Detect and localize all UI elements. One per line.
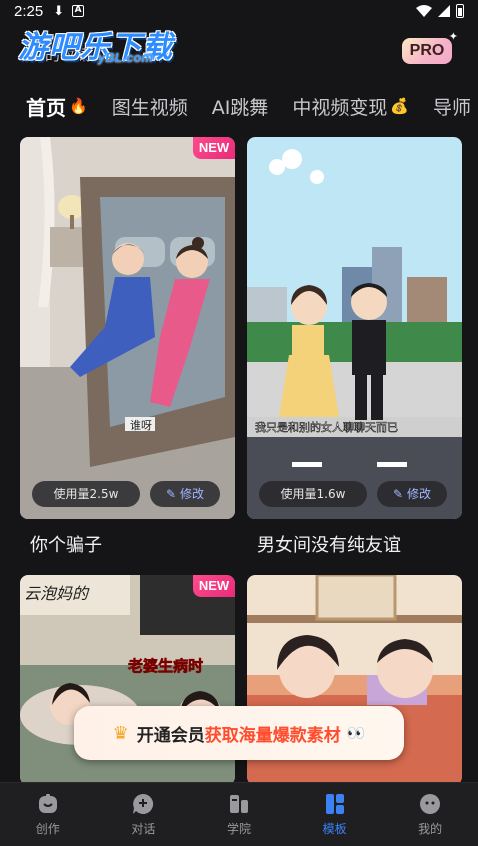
notification-a-icon: A bbox=[72, 5, 85, 17]
sparkle-icon: ✦ bbox=[448, 30, 458, 43]
template-icon bbox=[325, 794, 344, 814]
signal-icon bbox=[438, 5, 450, 17]
edit-button[interactable]: ✎ 修改 bbox=[150, 481, 220, 507]
thumbnail-caption: 谁呀 bbox=[130, 419, 152, 432]
tab-ai-dance[interactable]: AI跳舞 bbox=[212, 93, 269, 120]
tab-home[interactable]: 首页 🔥 bbox=[24, 92, 88, 124]
vip-promo-banner[interactable]: ♛ 开通会员 获取海量爆款素材 👀 bbox=[74, 706, 404, 760]
promo-highlight: 获取海量爆款素材 bbox=[204, 725, 341, 746]
pro-button[interactable]: PRO bbox=[402, 38, 452, 64]
new-badge: NEW bbox=[193, 137, 235, 159]
header: 我的收藏 游吧乐下载 yBL.com PRO ✦ bbox=[0, 22, 478, 78]
nav-templates[interactable]: 模板 bbox=[287, 783, 383, 846]
fire-icon: 🔥 bbox=[69, 97, 88, 115]
bottom-navigation: 创作 对话 学院 模板 我的 bbox=[0, 782, 478, 846]
chat-icon bbox=[133, 793, 154, 814]
promo-prefix: 开通会员 bbox=[136, 725, 205, 746]
template-card[interactable]: 谁呀 NEW 使用量2.5w ✎ 修改 你个骗子 bbox=[20, 137, 235, 557]
edit-icon: ✎ bbox=[392, 487, 404, 501]
nav-profile[interactable]: 我的 bbox=[382, 783, 478, 846]
usage-count: 使用量1.6w bbox=[259, 481, 367, 507]
tab-image-to-video[interactable]: 图生视频 bbox=[112, 93, 188, 120]
tab-mid-video-monetize[interactable]: 中视频变现 💰 bbox=[292, 93, 409, 120]
template-title: 你个骗子 bbox=[30, 535, 102, 556]
crown-icon: ♛ bbox=[112, 722, 129, 744]
new-badge: NEW bbox=[193, 575, 235, 597]
tab-mentor[interactable]: 导师 bbox=[433, 93, 471, 120]
wifi-icon bbox=[416, 5, 432, 17]
create-icon bbox=[38, 794, 57, 813]
edit-icon: ✎ bbox=[165, 487, 177, 501]
thumbnail-caption: 老婆生病时 bbox=[127, 657, 203, 675]
thumbnail-scroll-text: 云泡妈的 bbox=[24, 584, 90, 603]
usage-count: 使用量2.5w bbox=[32, 481, 140, 507]
template-card[interactable]: 我只是和别的女人聊聊天而已 使用量1.6w ✎ 修改 男女间没有纯友谊 bbox=[247, 137, 462, 557]
template-thumbnail[interactable]: 我只是和别的女人聊聊天而已 使用量1.6w ✎ 修改 bbox=[247, 137, 462, 519]
nav-create[interactable]: 创作 bbox=[0, 783, 96, 846]
battery-icon bbox=[456, 4, 464, 18]
watermark-logo-sub: yBL.com bbox=[98, 50, 153, 65]
nav-academy[interactable]: 学院 bbox=[191, 783, 287, 846]
academy-icon bbox=[229, 795, 248, 813]
nav-chat[interactable]: 对话 bbox=[96, 783, 192, 846]
download-icon: ⬇ bbox=[53, 3, 65, 19]
status-bar: 2:25 ⬇ A bbox=[0, 0, 478, 22]
eyes-icon: 👀 bbox=[346, 724, 366, 742]
thumbnail-caption: 我只是和别的女人聊聊天而已 bbox=[255, 420, 398, 434]
category-tabs: 首页 🔥 图生视频 AI跳舞 中视频变现 💰 导师 bbox=[0, 88, 478, 124]
template-title: 男女间没有纯友谊 bbox=[257, 535, 401, 556]
status-time: 2:25 bbox=[14, 2, 44, 20]
template-thumbnail[interactable]: 谁呀 NEW 使用量2.5w ✎ 修改 bbox=[20, 137, 235, 519]
edit-button[interactable]: ✎ 修改 bbox=[377, 481, 447, 507]
profile-icon bbox=[420, 794, 441, 814]
money-bag-icon: 💰 bbox=[390, 97, 410, 115]
